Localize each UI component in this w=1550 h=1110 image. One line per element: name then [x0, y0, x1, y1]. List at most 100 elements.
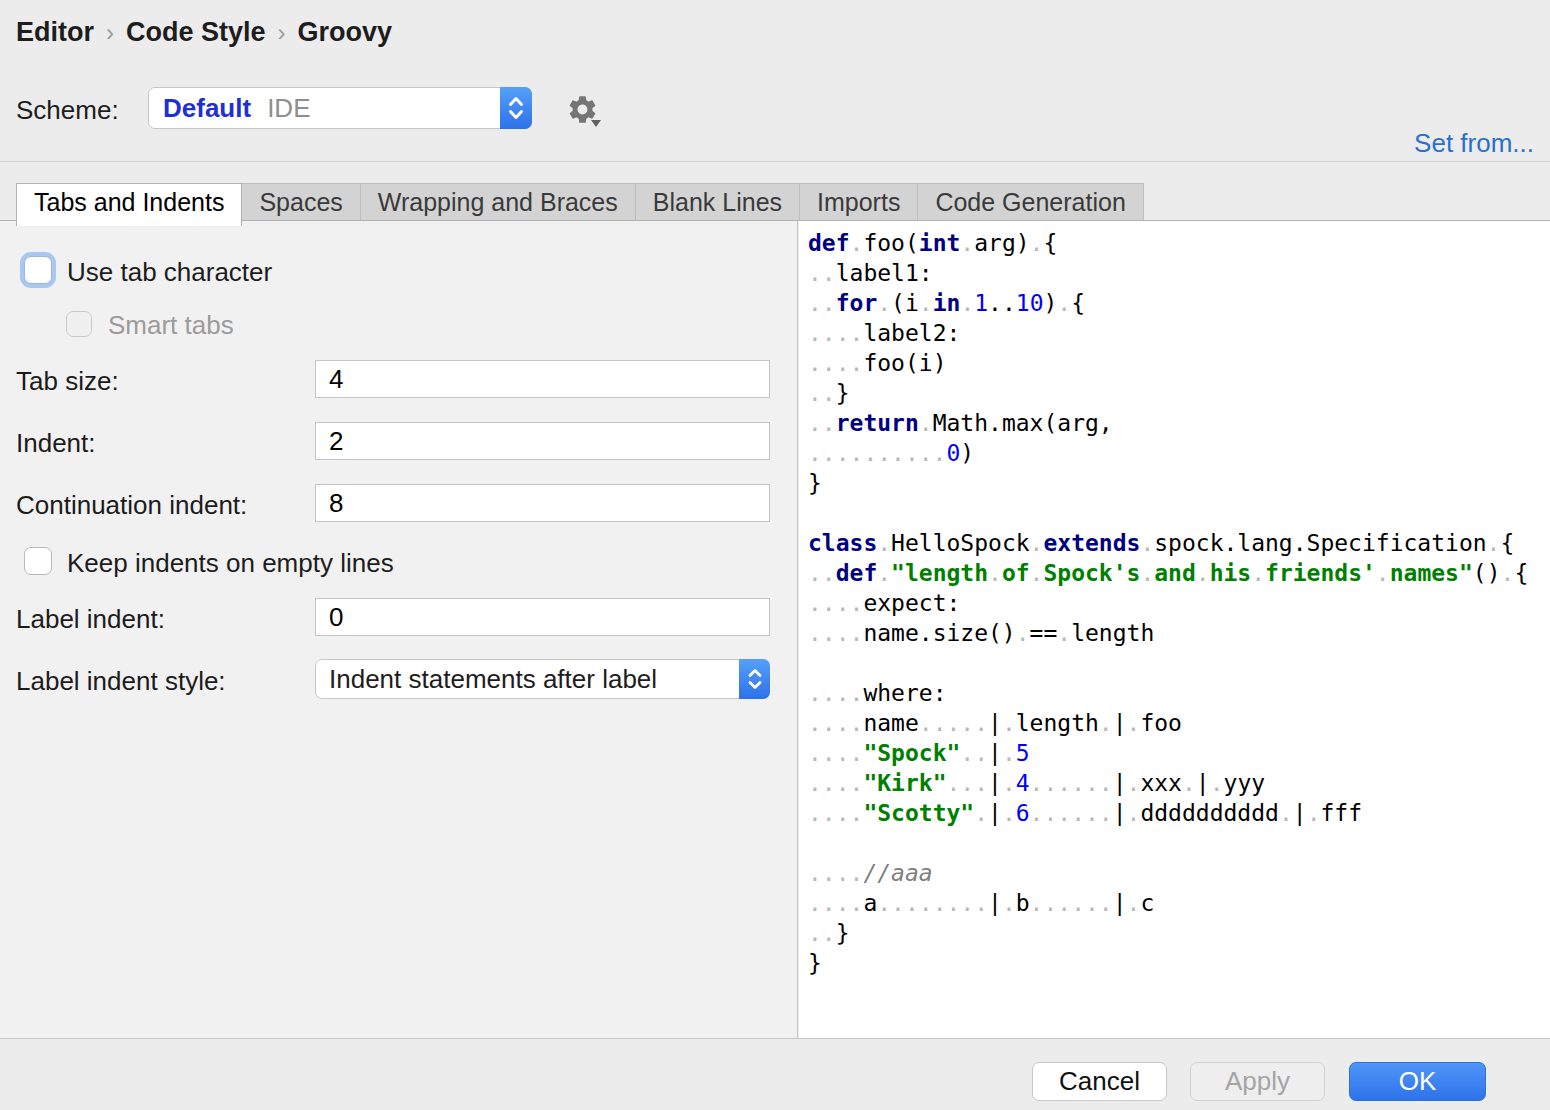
breadcrumb-editor[interactable]: Editor — [16, 17, 94, 47]
code-token-ws: .. — [808, 560, 836, 586]
code-token-ws: . — [1376, 560, 1390, 586]
code-token-ws: . — [1501, 560, 1515, 586]
tab-wrapping-and-braces[interactable]: Wrapping and Braces — [361, 183, 636, 220]
code-token-ws: .... — [808, 860, 863, 886]
code-token-ws: . — [1487, 530, 1501, 556]
code-token-ws: .. — [808, 410, 836, 436]
code-token-str: "length — [891, 560, 988, 586]
ok-button[interactable]: OK — [1349, 1062, 1486, 1101]
code-token-pl: { — [1514, 560, 1528, 586]
code-token-num: 0 — [946, 440, 960, 466]
code-token-str: Spock's — [1043, 560, 1140, 586]
keep-indents-checkbox[interactable] — [24, 547, 52, 575]
header-divider — [0, 161, 1550, 162]
tab-blank-lines[interactable]: Blank Lines — [636, 183, 800, 220]
code-token-ws: .... — [808, 620, 863, 646]
code-preview-panel: def.foo(int.arg).{..label1:..for.(i.in.1… — [799, 221, 1550, 1038]
tab-tabs-and-indents[interactable]: Tabs and Indents — [16, 183, 242, 226]
code-token-pl: | — [988, 770, 1002, 796]
code-token-pl: foo — [1140, 710, 1182, 736]
code-token-kw: in — [933, 290, 961, 316]
code-token-ws: . — [1057, 620, 1071, 646]
code-token-pl: | — [1293, 800, 1307, 826]
code-token-pl: length — [1071, 620, 1154, 646]
code-token-pl: | — [1196, 770, 1210, 796]
code-token-kw: int — [919, 230, 961, 256]
combo-stepper-icon[interactable] — [500, 87, 532, 129]
code-token-ws: . — [1002, 740, 1016, 766]
tab-spaces[interactable]: Spaces — [242, 183, 360, 220]
code-token-pl: ) — [1044, 290, 1058, 316]
code-token-pl: () — [1473, 560, 1501, 586]
code-line: ...."Kirk"...|.4......|.xxx.|.yyy — [808, 768, 1528, 798]
code-token-ws: . — [1127, 800, 1141, 826]
code-token-pl: | — [1113, 800, 1127, 826]
scheme-select[interactable]: DefaultIDE — [148, 87, 532, 129]
tab-size-input[interactable]: 4 — [315, 360, 770, 398]
set-from-link[interactable]: Set from... — [1414, 128, 1534, 159]
code-token-ws: .. — [808, 260, 836, 286]
code-token-kw: return — [836, 410, 919, 436]
code-line: } — [808, 948, 1528, 978]
breadcrumb-groovy: Groovy — [298, 17, 393, 47]
code-token-ws: . — [1127, 770, 1141, 796]
code-token-pl: b — [1016, 890, 1030, 916]
code-token-pl: xxx — [1140, 770, 1182, 796]
tab-imports[interactable]: Imports — [800, 183, 918, 220]
code-token-ws: . — [988, 560, 1002, 586]
settings-panel: Use tab character Smart tabs Tab size: 4… — [0, 221, 798, 1038]
code-line: ...."Scotty".|.6......|.dddddddddd.|.fff — [808, 798, 1528, 828]
label-indent-style-select[interactable]: Indent statements after label — [315, 659, 770, 699]
code-token-cmt: //aaa — [863, 860, 932, 886]
code-line: def.foo(int.arg).{ — [808, 228, 1528, 258]
code-token-str: his — [1210, 560, 1252, 586]
code-token-ws: . — [1002, 710, 1016, 736]
code-line: ....where: — [808, 678, 1528, 708]
scheme-settings-button[interactable] — [566, 93, 606, 133]
code-token-pl: | — [1113, 770, 1127, 796]
breadcrumb-code-style[interactable]: Code Style — [126, 17, 266, 47]
code-token-ws: .. — [808, 290, 836, 316]
code-token-ws: .......... — [808, 440, 946, 466]
code-token-pl: where: — [863, 680, 946, 706]
code-token-kw: extends — [1043, 530, 1140, 556]
code-token-ws: .. — [960, 740, 988, 766]
code-token-ws: .... — [808, 320, 863, 346]
code-token-ws: .... — [808, 350, 863, 376]
code-token-pl: name.size() — [863, 620, 1015, 646]
indent-input[interactable]: 2 — [315, 422, 770, 460]
use-tab-character-checkbox[interactable] — [24, 256, 52, 284]
continuation-indent-input[interactable]: 8 — [315, 484, 770, 522]
smart-tabs-label: Smart tabs — [108, 310, 234, 341]
code-token-pl: | — [988, 800, 1002, 826]
code-line: ...."Spock"..|.5 — [808, 738, 1528, 768]
code-line: ....foo(i) — [808, 348, 1528, 378]
code-token-ws: . — [1016, 620, 1030, 646]
code-token-pl: label2: — [863, 320, 960, 346]
code-token-pl: dddddddddd — [1140, 800, 1278, 826]
code-token-pl: | — [988, 710, 1002, 736]
code-line: ..........0) — [808, 438, 1528, 468]
code-token-pl: | — [988, 740, 1002, 766]
code-token-str: and — [1154, 560, 1196, 586]
code-token-ws: . — [1099, 710, 1113, 736]
tab-code-generation[interactable]: Code Generation — [918, 183, 1143, 220]
code-token-kw: class — [808, 530, 877, 556]
scheme-label: Scheme: — [16, 95, 119, 126]
code-line — [808, 498, 1528, 528]
code-token-pl: | — [1113, 710, 1127, 736]
code-token-ws: . — [1002, 770, 1016, 796]
label-indent-style-value: Indent statements after label — [329, 660, 657, 698]
cancel-button[interactable]: Cancel — [1032, 1062, 1167, 1101]
label-indent-input[interactable]: 0 — [315, 598, 770, 636]
code-line — [808, 648, 1528, 678]
code-token-pl: a — [863, 890, 877, 916]
code-token-ws: ... — [946, 770, 988, 796]
code-token-ws: ...... — [1030, 890, 1113, 916]
label-indent-style-label: Label indent style: — [16, 666, 226, 697]
apply-button[interactable]: Apply — [1190, 1062, 1325, 1101]
code-line: ..for.(i.in.1..10).{ — [808, 288, 1528, 318]
code-token-ws: . — [1182, 770, 1196, 796]
tab-bar: Tabs and Indents Spaces Wrapping and Bra… — [0, 183, 1550, 221]
code-token-pl: ) — [960, 440, 974, 466]
